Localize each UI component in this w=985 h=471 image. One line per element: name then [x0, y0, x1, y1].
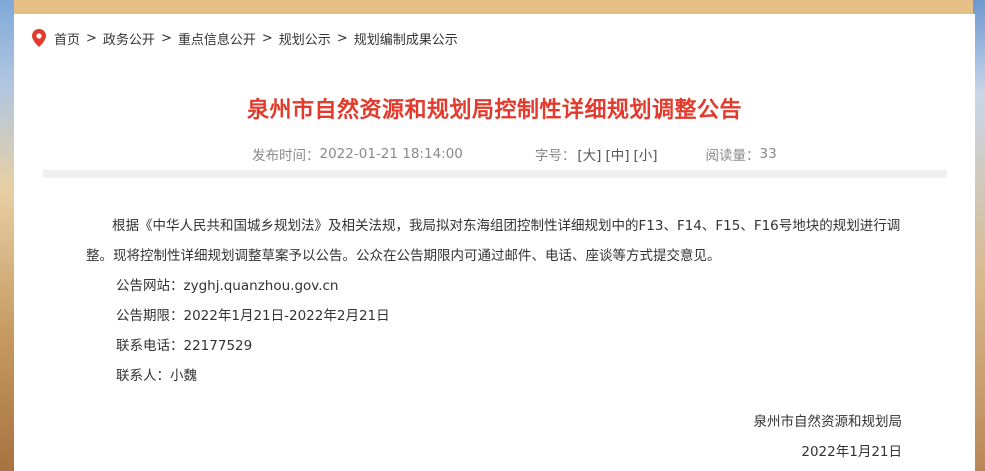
article-meta: 发布时间： 2022-01-21 18:14:00 字号： [大] [中] [小…	[252, 144, 777, 164]
breadcrumb-separator: >	[336, 30, 348, 46]
font-size-large-button[interactable]: [大]	[577, 144, 601, 164]
location-pin-icon	[32, 29, 46, 47]
breadcrumb-home[interactable]: 首页	[54, 29, 80, 48]
breadcrumb-separator: >	[261, 30, 273, 46]
breadcrumb: 首页 > 政务公开 > 重点信息公开 > 规划公示 > 规划编制成果公示	[32, 26, 458, 50]
breadcrumb-key-info[interactable]: 重点信息公开	[178, 29, 256, 48]
breadcrumb-planning-notice[interactable]: 规划公示	[279, 29, 331, 48]
font-size-medium-button[interactable]: [中]	[605, 144, 629, 164]
read-count-label: 阅读量：	[705, 148, 760, 164]
background-left-decoration	[0, 0, 14, 471]
article-panel: 首页 > 政务公开 > 重点信息公开 > 规划公示 > 规划编制成果公示 泉州市…	[14, 14, 975, 471]
contact-phone: 联系电话：22177529	[116, 338, 253, 354]
font-size-label: 字号：	[534, 148, 576, 164]
article-title: 泉州市自然资源和规划局控制性详细规划调整公告	[246, 98, 742, 123]
header-divider	[43, 170, 947, 178]
breadcrumb-separator: >	[86, 30, 97, 46]
breadcrumb-government-affairs[interactable]: 政务公开	[103, 29, 155, 48]
signature: 泉州市自然资源和规划局 2022年1月21日	[754, 407, 903, 467]
publish-time: 2022-01-21 18:14:00	[319, 146, 463, 162]
read-count: 33	[759, 146, 777, 162]
breadcrumb-separator: >	[160, 30, 172, 46]
breadcrumb-planning-results[interactable]: 规划编制成果公示	[354, 29, 458, 48]
body-paragraph: 根据《中华人民共和国城乡规划法》及相关法规，我局拟对东海组团控制性详细规划中的F…	[86, 218, 901, 264]
signature-organization: 泉州市自然资源和规划局	[753, 414, 903, 430]
contact-person: 联系人：小魏	[116, 368, 197, 384]
notice-period: 公告期限：2022年1月21日-2022年2月21日	[116, 308, 390, 324]
article-body: 根据《中华人民共和国城乡规划法》及相关法规，我局拟对东海组团控制性详细规划中的F…	[86, 211, 916, 391]
font-size-small-button[interactable]: [小]	[633, 144, 657, 164]
publish-time-label: 发布时间：	[252, 148, 320, 164]
notice-website: 公告网站：zyghj.quanzhou.gov.cn	[116, 278, 339, 294]
signature-date: 2022年1月21日	[801, 444, 902, 460]
